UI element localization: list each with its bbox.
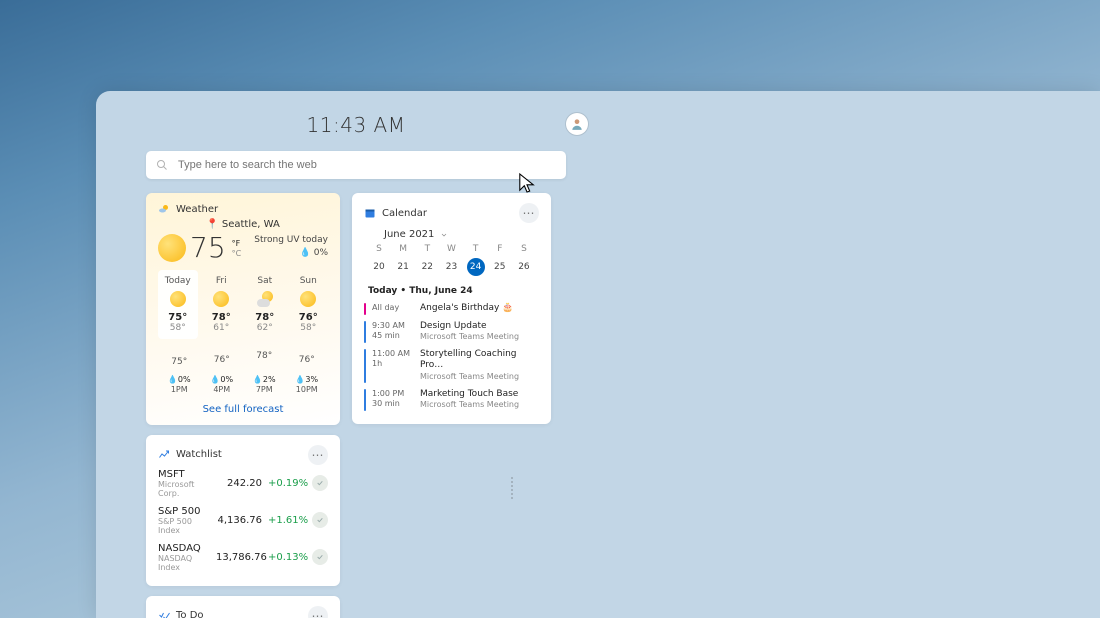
- search-input[interactable]: [176, 158, 556, 172]
- calendar-date[interactable]: 24: [467, 258, 485, 276]
- calendar-event[interactable]: 9:30 AM45 min Design UpdateMicrosoft Tea…: [364, 318, 539, 346]
- watchlist-row[interactable]: S&P 500S&P 500 Index 4,136.76 +1.61%: [158, 502, 328, 539]
- search-box[interactable]: [146, 151, 566, 179]
- calendar-date[interactable]: 25: [491, 258, 509, 276]
- cursor-icon: [518, 172, 536, 198]
- check-icon: [158, 610, 170, 618]
- calendar-event[interactable]: 11:00 AM1h Storytelling Coaching Pro…Mic…: [364, 346, 539, 386]
- search-icon: [156, 159, 168, 171]
- calendar-event[interactable]: 1:00 PM30 min Marketing Touch BaseMicros…: [364, 386, 539, 414]
- hourly-temp: 78°: [256, 351, 272, 361]
- unit-toggle[interactable]: °F °C: [232, 239, 242, 258]
- dow-label: W: [442, 244, 460, 254]
- clock: 11:43 AM: [307, 113, 406, 137]
- calendar-title: Calendar: [382, 208, 427, 219]
- weather-icon: [158, 203, 170, 215]
- weather-widget[interactable]: Weather 📍 Seattle, WA 75 °F °C: [146, 193, 340, 425]
- forecast-day[interactable]: Sun 76°58°: [289, 270, 329, 339]
- sun-icon: [158, 234, 186, 262]
- todo-more[interactable]: ⋯: [308, 606, 328, 618]
- dow-label: M: [394, 244, 412, 254]
- check-chip-icon[interactable]: [312, 549, 328, 565]
- month-picker[interactable]: June 2021: [384, 229, 539, 240]
- watchlist-row[interactable]: MSFTMicrosoft Corp. 242.20 +0.19%: [158, 465, 328, 502]
- hourly-pop: 💧3%10PM: [295, 375, 318, 396]
- calendar-date[interactable]: 23: [442, 258, 460, 276]
- calendar-icon: [364, 207, 376, 219]
- header-row: 11:43 AM: [116, 103, 596, 147]
- check-chip-icon[interactable]: [312, 512, 328, 528]
- dow-label: S: [370, 244, 388, 254]
- calendar-today-label: Today • Thu, June 24: [368, 286, 539, 296]
- hourly-temp: 75°: [171, 357, 187, 367]
- dow-label: F: [491, 244, 509, 254]
- desktop: 11:43 AM Weather 📍 Seattle, WA: [96, 91, 1100, 618]
- calendar-widget[interactable]: Calendar ⋯ June 2021 SMTWTFS 20212223242…: [352, 193, 551, 424]
- hourly-pop: 💧0%4PM: [210, 375, 233, 396]
- dow-label: T: [418, 244, 436, 254]
- forecast-day[interactable]: Today 75°58°: [158, 270, 198, 339]
- weather-title: Weather: [176, 204, 218, 215]
- dow-label: S: [515, 244, 533, 254]
- uv-note: Strong UV today 💧 0%: [254, 234, 328, 259]
- todo-title: To Do: [176, 610, 204, 618]
- watchlist-row[interactable]: NASDAQNASDAQ Index 13,786.76 +0.13%: [158, 539, 328, 576]
- calendar-date[interactable]: 20: [370, 258, 388, 276]
- hourly-pop: 💧0%1PM: [168, 375, 191, 396]
- hourly-temp: 76°: [299, 355, 315, 365]
- forecast-day[interactable]: Sat 78°62°: [245, 270, 285, 339]
- dow-label: T: [467, 244, 485, 254]
- calendar-date[interactable]: 26: [515, 258, 533, 276]
- chart-icon: [158, 449, 170, 461]
- forecast-link[interactable]: See full forecast: [158, 404, 328, 415]
- forecast-day[interactable]: Fri 78°61°: [202, 270, 242, 339]
- weather-location: 📍 Seattle, WA: [158, 219, 328, 230]
- watchlist-more[interactable]: ⋯: [308, 445, 328, 465]
- calendar-date[interactable]: 21: [394, 258, 412, 276]
- calendar-event[interactable]: All day Angela's Birthday 🎂: [364, 300, 539, 318]
- calendar-date[interactable]: 22: [418, 258, 436, 276]
- calendar-more[interactable]: ⋯: [519, 203, 539, 223]
- todo-widget[interactable]: To Do ⋯ My Day: [146, 596, 340, 618]
- current-temp: 75: [190, 234, 226, 262]
- check-chip-icon[interactable]: [312, 475, 328, 491]
- watchlist-widget[interactable]: Watchlist ⋯ MSFTMicrosoft Corp. 242.20 +…: [146, 435, 340, 586]
- user-avatar[interactable]: [566, 113, 588, 135]
- drag-handle-icon[interactable]: [511, 477, 513, 499]
- chevron-down-icon: [440, 231, 448, 239]
- watchlist-title: Watchlist: [176, 449, 222, 460]
- hourly-pop: 💧2%7PM: [253, 375, 276, 396]
- hourly-temp: 76°: [214, 355, 230, 365]
